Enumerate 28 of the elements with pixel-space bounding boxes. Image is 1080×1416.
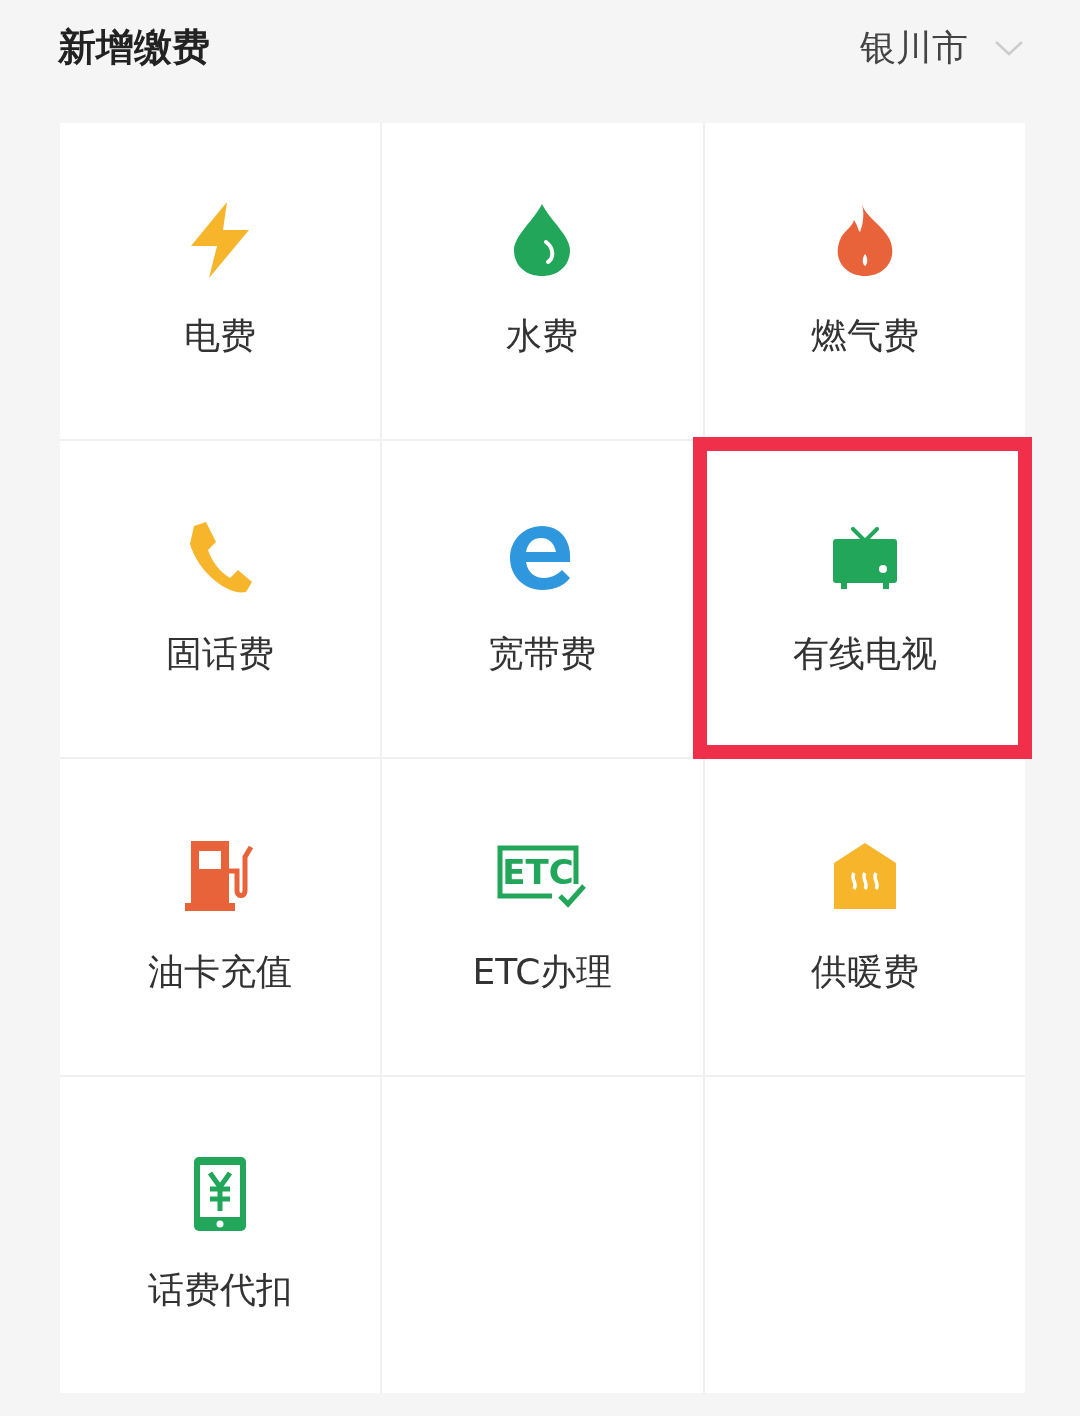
- payment-tile[interactable]: 燃气费: [704, 123, 1025, 439]
- section-title: 新增缴费: [58, 24, 210, 71]
- tile-label: 水费: [506, 314, 579, 358]
- payment-tile[interactable]: 电费: [60, 123, 381, 439]
- tile-label: ETC办理: [472, 950, 613, 994]
- phone-handset-icon: [188, 522, 253, 594]
- tile-label: 话费代扣: [148, 1268, 293, 1312]
- flame-icon: [835, 204, 894, 276]
- chevron-down-icon: [994, 39, 1024, 56]
- tile-label: 有线电视: [792, 632, 937, 676]
- tile-label: 油卡充值: [148, 950, 293, 994]
- city-selector[interactable]: 银川市: [860, 20, 1024, 75]
- tile-label: 宽带费: [488, 632, 597, 676]
- payment-tile[interactable]: 固话费: [60, 441, 381, 757]
- payment-tile[interactable]: 水费: [382, 123, 703, 439]
- payment-tile[interactable]: 油卡充值: [60, 759, 381, 1075]
- tile-label: 供暖费: [810, 950, 919, 994]
- tile-label: 燃气费: [810, 314, 919, 358]
- payment-tile[interactable]: ETC ETC办理: [382, 759, 703, 1075]
- television-icon: [832, 527, 897, 589]
- water-drop-icon: [514, 204, 571, 276]
- tile-label: 固话费: [166, 632, 275, 676]
- mobile-yen-icon: [194, 1157, 247, 1231]
- fuel-pump-icon: [185, 841, 256, 911]
- tile-label: 电费: [184, 314, 257, 358]
- heating-house-icon: [833, 843, 896, 909]
- payment-tile[interactable]: 话费代扣: [60, 1077, 381, 1393]
- payment-tile[interactable]: 供暖费: [704, 759, 1025, 1075]
